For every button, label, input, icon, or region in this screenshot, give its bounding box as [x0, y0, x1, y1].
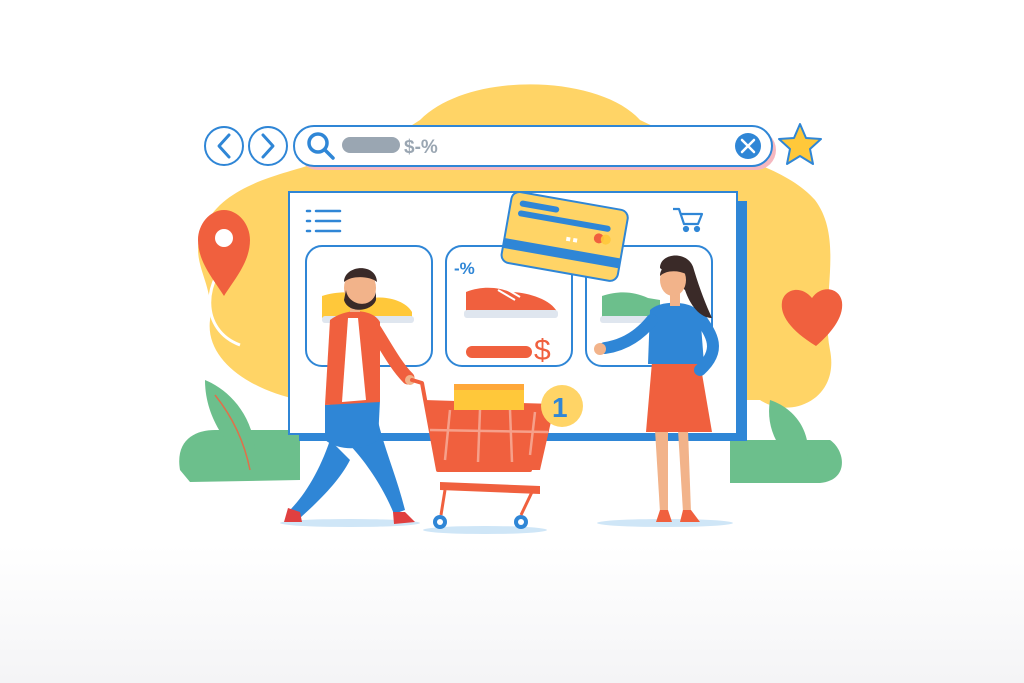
- discount-label: -%: [454, 259, 475, 278]
- price-bar: [466, 346, 532, 358]
- illustration-canvas: -% $ $-% 1: [179, 84, 843, 534]
- star-icon[interactable]: [778, 123, 822, 165]
- back-button[interactable]: [204, 126, 244, 166]
- search-query-text: $-%: [404, 137, 438, 158]
- cart-badge-count: 1: [552, 392, 568, 423]
- search-query-pill: [342, 137, 400, 153]
- shopping-illustration: -% $ $-% 1: [0, 0, 1024, 683]
- forward-button[interactable]: [248, 126, 288, 166]
- price-dollar-sign: $: [534, 334, 551, 367]
